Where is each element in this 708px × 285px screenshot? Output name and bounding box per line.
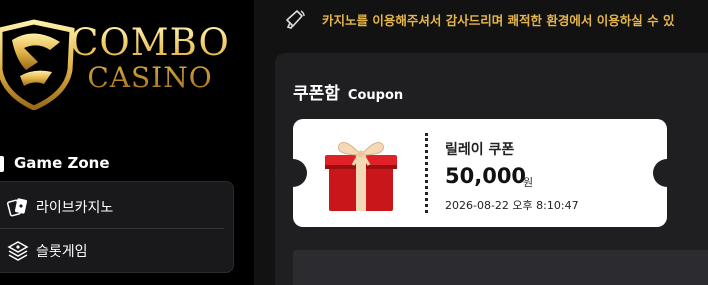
brand-wordmark: COMBO CASINO <box>70 24 230 92</box>
slot-stack-icon <box>6 239 30 263</box>
game-zone-title: Game Zone <box>14 154 110 172</box>
dragon-shield-icon <box>0 19 75 110</box>
gift-box-icon <box>325 142 397 211</box>
notice-bar: 카지노를 이용해주셔서 감사드리며 쾌적한 환경에서 이용하실 수 있 <box>276 0 708 38</box>
sidebar-item-label: 슬롯게임 <box>36 244 88 260</box>
coupon-card[interactable]: 릴레이 쿠폰 50,000 원 2026-08-22 오후 8:10:47 <box>279 119 681 227</box>
coupon-name: 릴레이 쿠폰 <box>445 142 515 158</box>
page-title: 쿠폰함 Coupon <box>293 79 403 104</box>
game-zone-menu: 라이브카지노 슬롯게임 <box>0 181 234 273</box>
notice-text: 카지노를 이용해주셔서 감사드리며 쾌적한 환경에서 이용하실 수 있 <box>322 12 675 28</box>
sidebar: COMBO CASINO Game Zone 라이브카지노 슬롯게임 <box>0 0 254 285</box>
coupon-panel: 쿠폰함 Coupon 릴레이 쿠폰 50,000 원 2026-08-22 오후… <box>275 53 708 285</box>
heading-marker <box>0 156 4 172</box>
sidebar-item-slot-game[interactable]: 슬롯게임 <box>0 229 224 273</box>
sidebar-item-label: 라이브카지노 <box>36 199 114 216</box>
brand-line2: CASINO <box>87 61 213 94</box>
cards-icon <box>6 195 30 219</box>
ticket-notch-right <box>653 159 681 187</box>
game-zone-heading: Game Zone <box>0 154 110 172</box>
megaphone-icon <box>282 6 308 32</box>
coupon-unit: 원 <box>523 176 534 189</box>
brand-logo[interactable]: COMBO CASINO <box>0 10 230 115</box>
coupon-amount: 50,000 <box>445 164 527 188</box>
sidebar-item-live-casino[interactable]: 라이브카지노 <box>0 185 224 229</box>
coupon-date: 2026-08-22 오후 8:10:47 <box>445 199 579 212</box>
ticket-notch-left <box>279 159 307 187</box>
coupon-list-area <box>293 250 708 285</box>
page-title-ko: 쿠폰함 <box>293 84 340 104</box>
page-title-en: Coupon <box>347 88 404 103</box>
brand-line1: COMBO <box>70 21 230 64</box>
ticket-divider <box>425 133 428 213</box>
